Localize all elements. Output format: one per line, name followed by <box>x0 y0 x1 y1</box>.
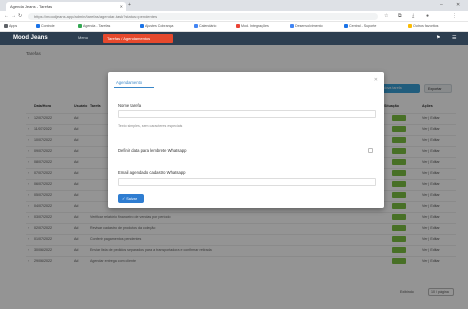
bookmark-favicon-icon <box>236 24 240 28</box>
bookmarks-bar: Apps Controle Agenda - Tarefas Ajustes C… <box>0 22 468 32</box>
user-menu-icon[interactable]: ☰ <box>452 35 456 41</box>
browser-tab-bar: Agenda Jeans - Tarefas ✕ + – ✕ <box>0 0 468 11</box>
save-button[interactable]: ✓ Salvar <box>118 194 144 203</box>
tab-agendamento[interactable]: Agendamento <box>116 80 142 85</box>
folder-icon <box>408 24 412 28</box>
profile-icon[interactable]: ● <box>426 13 429 19</box>
forward-arrow-icon[interactable]: → <box>11 13 16 19</box>
close-icon[interactable]: ✕ <box>374 77 378 83</box>
app-title: Mood Jeans <box>13 35 48 41</box>
bookmark-item[interactable]: Central - Suporte <box>344 24 376 30</box>
bookmark-item[interactable]: Outros favoritos <box>408 24 438 30</box>
schedule-dialog: Agendamento ✕ Nome tarefa Texto simples,… <box>108 72 384 208</box>
bookmark-item[interactable]: Agenda - Tarefas <box>78 24 110 30</box>
browser-menu-icon[interactable]: ⋮ <box>452 13 457 19</box>
task-name-input[interactable] <box>118 110 376 118</box>
bookmark-star-icon[interactable]: ☆ <box>384 13 388 19</box>
minimize-icon[interactable]: – <box>440 2 443 8</box>
task-name-hint: Texto simples, sem caracteres especiais <box>118 124 183 128</box>
whatsapp-reminder-checkbox[interactable] <box>368 148 373 153</box>
nav-active-tab[interactable]: Tarefas / Agendamentos <box>103 34 173 43</box>
apps-grid-icon <box>4 24 8 28</box>
bookmark-item[interactable]: Ajustes Cobrança <box>140 24 173 30</box>
nav-menu-link[interactable]: Menu <box>78 35 88 40</box>
new-tab-icon[interactable]: + <box>128 2 131 8</box>
notification-icon[interactable]: ⚑ <box>436 35 440 41</box>
close-icon[interactable]: ✕ <box>120 4 123 9</box>
url-text: https://moodjeans.app/admin/tarefas/agen… <box>34 14 158 19</box>
bookmark-item[interactable]: Mod. Integrações <box>236 24 269 30</box>
extension-icon[interactable]: ⧉ <box>398 13 402 19</box>
browser-tab[interactable]: Agenda Jeans - Tarefas ✕ <box>6 2 126 11</box>
bookmark-favicon-icon <box>140 24 144 28</box>
address-bar[interactable]: https://moodjeans.app/admin/tarefas/agen… <box>28 13 378 20</box>
whatsapp-email-label: Email agendado cadastro Whatsapp <box>118 170 186 175</box>
bookmark-favicon-icon <box>194 24 198 28</box>
whatsapp-reminder-label: Definir data para lembrete Whatsapp <box>118 148 187 153</box>
back-arrow-icon[interactable]: ← <box>4 13 9 19</box>
window-close-icon[interactable]: ✕ <box>456 2 460 8</box>
bookmark-item[interactable]: Calendário <box>194 24 216 30</box>
reload-icon[interactable]: ↻ <box>18 13 22 19</box>
browser-tab-title: Agenda Jeans - Tarefas <box>10 4 53 9</box>
address-toolbar: ← → ↻ https://moodjeans.app/admin/tarefa… <box>0 11 468 22</box>
bookmark-item[interactable]: Desenvolvimento <box>290 24 323 30</box>
save-button-label: Salvar <box>126 197 138 201</box>
tab-active-indicator <box>114 87 154 88</box>
app-header: Mood Jeans Menu Tarefas / Agendamentos ⚑… <box>0 32 468 45</box>
bookmark-item[interactable]: Controle <box>36 24 55 30</box>
bookmark-favicon-icon <box>344 24 348 28</box>
whatsapp-email-input[interactable] <box>118 178 376 186</box>
bookmark-favicon-icon <box>290 24 294 28</box>
bookmark-item[interactable]: Apps <box>4 24 17 30</box>
download-icon[interactable]: ⤓ <box>412 13 414 19</box>
task-name-label: Nome tarefa <box>118 103 142 108</box>
bookmark-favicon-icon <box>78 24 82 28</box>
bookmark-favicon-icon <box>36 24 40 28</box>
